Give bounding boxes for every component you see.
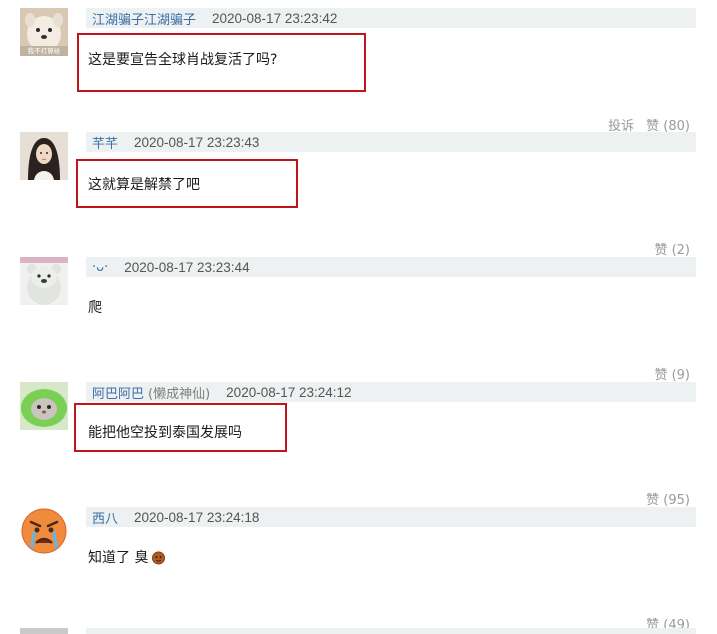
- comment-item: 阿巴阿巴 (懒成神仙) 2020-08-17 23:24:12 能把他空投到泰国…: [0, 382, 717, 508]
- avatar[interactable]: [20, 257, 68, 305]
- comment-text: 爬: [88, 297, 102, 317]
- like-button[interactable]: 赞 (2): [654, 239, 690, 258]
- comment-item: 芊芊 2020-08-17 23:23:43 这就算是解禁了吧 赞 (2): [0, 132, 717, 258]
- timestamp: 2020-08-17 23:23:42: [212, 10, 338, 26]
- cat-in-hood-avatar-icon: [20, 382, 68, 430]
- comment-text-content: 知道了 臭: [88, 550, 149, 566]
- comment-header: ·ᴗ· 2020-08-17 23:23:44: [86, 257, 696, 277]
- timestamp: 2020-08-17 23:24:18: [134, 509, 260, 525]
- girl-portrait-avatar-icon: [20, 132, 68, 180]
- avatar[interactable]: [20, 507, 68, 555]
- like-button[interactable]: 赞 (9): [654, 364, 690, 383]
- avatar[interactable]: [20, 132, 68, 180]
- polar-bear-avatar-icon: [20, 257, 68, 305]
- username-link[interactable]: 芊芊: [92, 133, 118, 152]
- comment-text-content: 爬: [88, 300, 102, 316]
- username-link[interactable]: 江湖骗子江湖骗子: [92, 9, 196, 28]
- comment-text: 这就算是解禁了吧: [88, 174, 200, 194]
- user-tag: (懒成神仙): [148, 386, 211, 402]
- comment-text: 知道了 臭: [88, 547, 166, 567]
- avatar[interactable]: [20, 628, 68, 634]
- comment-text-content: 能把他空投到泰国发展吗: [88, 425, 242, 441]
- username-link[interactable]: 阿巴阿巴: [92, 383, 144, 402]
- comment-text-content: 这就算是解禁了吧: [88, 177, 200, 193]
- comment-header: [86, 628, 696, 634]
- crying-angry-emoji-avatar-icon: [20, 507, 68, 555]
- comment-item: ·ᴗ· 2020-08-17 23:23:44 爬 赞 (9): [0, 257, 717, 383]
- avatar[interactable]: 我不打算给: [20, 8, 68, 56]
- avatar[interactable]: [20, 382, 68, 430]
- comment-item: 我不打算给 江湖骗子江湖骗子 2020-08-17 23:23:42 这是要宣告…: [0, 8, 717, 134]
- comment-text: 这是要宣告全球肖战复活了吗?: [88, 49, 277, 69]
- timestamp: 2020-08-17 23:23:43: [134, 134, 260, 150]
- comment-header: 芊芊 2020-08-17 23:23:43: [86, 132, 696, 152]
- comment-item: 西八 2020-08-17 23:24:18 知道了 臭 赞 (49): [0, 507, 717, 633]
- comment-actions: 赞 (95): [646, 489, 690, 508]
- timestamp: 2020-08-17 23:24:12: [226, 384, 352, 400]
- dog-meme-avatar-icon: 我不打算给: [20, 8, 68, 56]
- comment-actions: 赞 (2): [654, 239, 690, 258]
- comment-header: 西八 2020-08-17 23:24:18: [86, 507, 696, 527]
- comment-text: 能把他空投到泰国发展吗: [88, 422, 242, 442]
- like-button[interactable]: 赞 (95): [646, 489, 690, 508]
- poop-face-emoji-icon: [151, 550, 166, 565]
- comment-actions: 赞 (9): [654, 364, 690, 383]
- username-link[interactable]: ·ᴗ·: [92, 260, 108, 275]
- svg-text:我不打算给: 我不打算给: [28, 46, 61, 55]
- comment-header: 江湖骗子江湖骗子 2020-08-17 23:23:42: [86, 8, 696, 28]
- comment-text-content: 这是要宣告全球肖战复活了吗?: [88, 52, 278, 68]
- comment-header: 阿巴阿巴 (懒成神仙) 2020-08-17 23:24:12: [86, 382, 696, 402]
- username-link[interactable]: 西八: [92, 508, 118, 527]
- timestamp: 2020-08-17 23:23:44: [124, 259, 250, 275]
